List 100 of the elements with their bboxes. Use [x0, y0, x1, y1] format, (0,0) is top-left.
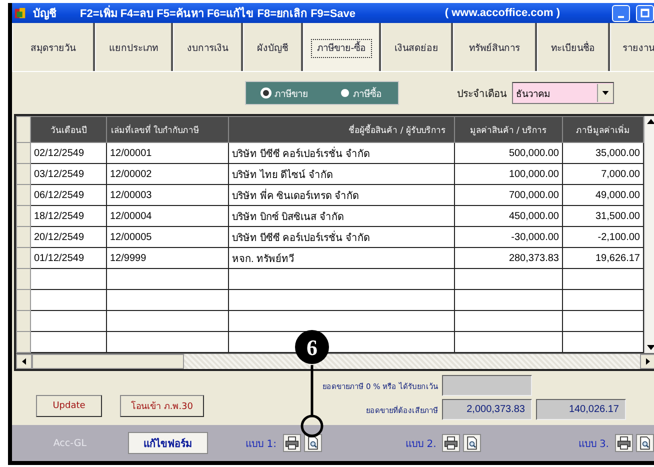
column-header: เล่มที่เลขที่ ใบกำกับภาษี — [106, 116, 228, 142]
month-label: ประจำเดือน — [457, 88, 507, 100]
action-button[interactable]: Update — [36, 395, 102, 417]
minimize-button[interactable] — [612, 4, 630, 22]
print-button[interactable] — [442, 434, 460, 452]
scroll-up-icon — [646, 119, 654, 124]
scroll-down-icon — [646, 345, 654, 350]
magnifier-page-icon — [465, 436, 480, 450]
taxable-vat-field: 140,026.17 — [536, 399, 626, 420]
scroll-left-button[interactable] — [16, 354, 32, 369]
preview-button[interactable] — [636, 434, 654, 452]
row-selector — [16, 184, 30, 206]
column-header: วันเดือนปี — [30, 116, 106, 142]
tab[interactable]: เงินสดย่อย — [381, 23, 453, 71]
table-cell: 35,000.00 — [562, 142, 644, 164]
vertical-scrollbar[interactable] — [644, 116, 654, 353]
radio-option[interactable]: ภาษีขาย — [262, 86, 308, 100]
app-name: บัญชี — [33, 6, 56, 22]
table-cell: 12/9999 — [106, 248, 228, 268]
table-cell: -2,100.00 — [562, 226, 644, 248]
tab[interactable]: ภาษีขาย-ซื้อ — [303, 23, 381, 71]
table-cell: 12/00004 — [106, 206, 228, 226]
row-selector — [16, 116, 30, 142]
table-cell: 06/12/2549 — [30, 184, 106, 206]
row-selector — [16, 206, 30, 226]
table-cell: หจก. ทรัพย์ทวี — [228, 248, 454, 268]
column-header: มูลค่าสินค้า / บริการ — [454, 116, 562, 142]
printer-icon — [444, 436, 458, 450]
magnifier-page-icon — [306, 436, 320, 450]
shortcut-keys: F2=เพิ่ม F4=ลบ F5=ค้นหา F6=แก้ไข F8=ยกเลิก F9=Save — [80, 4, 356, 22]
row-selector — [16, 142, 30, 164]
maximize-icon — [640, 8, 650, 18]
row-selector — [16, 226, 30, 248]
tab[interactable]: ทรัพย์สินการ — [453, 23, 537, 71]
taxable-amount-field: 2,000,373.83 — [442, 399, 532, 420]
scroll-right-icon — [646, 358, 650, 365]
tab[interactable]: สมุดรายวัน — [12, 23, 95, 71]
table-cell: -30,000.00 — [454, 226, 562, 248]
scrollbar-thumb[interactable] — [32, 354, 184, 369]
table-cell: 450,000.00 — [454, 206, 562, 226]
table-cell: 49,000.00 — [562, 184, 644, 206]
table-cell: 500,000.00 — [454, 142, 562, 164]
printer-icon — [617, 436, 631, 450]
table-cell: 12/00001 — [106, 142, 228, 164]
column-header: ภาษีมูลค่าเพิ่ม — [562, 116, 644, 142]
row-selector — [16, 332, 30, 352]
table-cell: บริษัท บิกซ์ บิสซิเนส จำกัด — [228, 206, 454, 226]
print-format-label: แบบ 1: — [246, 438, 277, 450]
table-cell: 280,373.83 — [454, 248, 562, 268]
print-format-label: แบบ 3. — [578, 438, 609, 450]
action-button[interactable]: โอนเข้า ภ.พ.30 — [120, 395, 204, 417]
table-cell: บริษัท ไทย ดีไซน์ จำกัด — [228, 164, 454, 184]
table-cell: 31,500.00 — [562, 206, 644, 226]
row-selector — [16, 164, 30, 184]
brand-label: Acc-GL — [52, 438, 88, 448]
tab[interactable]: ผังบัญชี — [243, 23, 303, 71]
table-cell: 19,626.17 — [562, 248, 644, 268]
table-cell: 12/00005 — [106, 226, 228, 248]
highlight-ring — [300, 414, 324, 438]
app-icon — [14, 6, 27, 20]
table-cell: 100,000.00 — [454, 164, 562, 184]
row-selector — [16, 248, 30, 268]
maximize-button[interactable] — [636, 4, 654, 22]
table-cell: บริษัท บีซีซี คอร์เปอร์เรชั่น จำกัด — [228, 142, 454, 164]
row-selector — [16, 290, 30, 310]
tab[interactable]: ทะเบียนชื่อ — [537, 23, 610, 71]
tab[interactable]: งบการเงิน — [173, 23, 243, 71]
leader-line — [310, 365, 314, 416]
radio-option[interactable]: ภาษีซื้อ — [340, 86, 382, 100]
table-cell: 7,000.00 — [562, 164, 644, 184]
row-selector — [16, 310, 30, 332]
table-cell: 12/00002 — [106, 164, 228, 184]
table-cell: 03/12/2549 — [30, 164, 106, 184]
preview-button[interactable] — [304, 434, 322, 452]
callout-number: 6 — [306, 335, 318, 360]
table-cell: 20/12/2549 — [30, 226, 106, 248]
tab[interactable]: รายงาน — [610, 23, 654, 71]
column-header: ชื่อผู้ซื้อสินค้า / ผู้รับบริการ — [228, 116, 454, 142]
table-cell: 01/12/2549 — [30, 248, 106, 268]
print-button[interactable] — [282, 434, 301, 452]
preview-button[interactable] — [463, 434, 482, 452]
scroll-right-button[interactable] — [640, 354, 654, 369]
table-cell: 18/12/2549 — [30, 206, 106, 226]
minimize-icon — [618, 16, 624, 18]
table-cell: 700,000.00 — [454, 184, 562, 206]
website-url: ( www.accoffice.com ) — [444, 7, 560, 19]
table-cell: 12/00003 — [106, 184, 228, 206]
tab[interactable]: แยกประเภท — [95, 23, 173, 71]
print-button[interactable] — [615, 434, 633, 452]
printer-icon — [284, 436, 299, 450]
table-cell: บริษัท บีซีซี คอร์เปอร์เรชั่น จำกัด — [228, 226, 454, 248]
edit-form-button[interactable]: แก้ไขฟอร์ม — [128, 432, 208, 454]
table-cell: 02/12/2549 — [30, 142, 106, 164]
print-format-label: แบบ 2. — [406, 438, 436, 450]
row-selector — [16, 268, 30, 290]
dropdown-arrow-icon — [602, 91, 609, 95]
month-dropdown[interactable]: ธันวาคม — [512, 82, 614, 104]
scroll-left-icon — [22, 358, 26, 365]
callout-badge — [295, 330, 329, 364]
table-cell: บริษัท พี่ค ซินเดอร์เทรด จำกัด — [228, 184, 454, 206]
